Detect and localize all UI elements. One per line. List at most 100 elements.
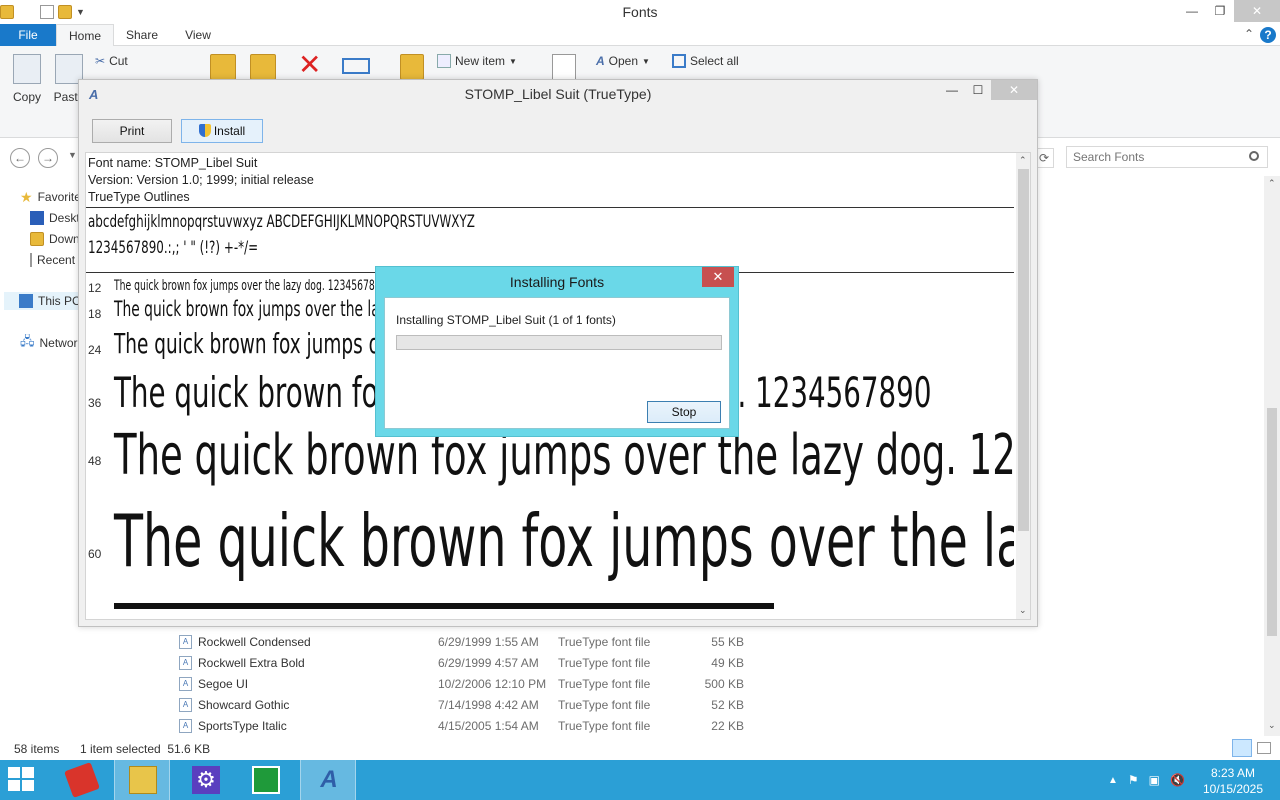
search-icon[interactable] — [1249, 151, 1259, 161]
viewer-minimize-button[interactable]: — — [939, 80, 965, 100]
file-date: 7/14/1998 4:42 AM — [438, 698, 539, 712]
select-all-label: Select all — [690, 54, 739, 68]
close-button[interactable]: ✕ — [1234, 0, 1280, 22]
scroll-up-icon[interactable]: ⌃ — [1019, 155, 1027, 166]
taskbar-app-1[interactable] — [54, 760, 110, 800]
copy-label: Copy — [12, 90, 41, 104]
font-file-icon: A — [179, 635, 192, 649]
properties-big-icon[interactable] — [552, 54, 576, 82]
copy-button[interactable]: Copy — [10, 54, 44, 104]
clock[interactable]: 8:23 AM 10/15/2025 — [1200, 765, 1266, 797]
windows-logo-pane — [22, 780, 34, 791]
sample-text: The quick brown fox jumps over the lazy … — [114, 499, 1014, 583]
system-tray: ▲ ⚑ ▣ 🔇 — [1108, 760, 1185, 800]
viewer-maximize-button[interactable]: ☐ — [965, 80, 991, 100]
move-to-icon[interactable] — [210, 54, 236, 80]
network-status-icon[interactable]: ▣ — [1149, 773, 1160, 787]
sample-size: 12 — [88, 281, 102, 295]
dialog-close-button[interactable]: ✕ — [702, 267, 734, 287]
file-date: 6/29/1999 1:55 AM — [438, 635, 539, 649]
store-icon — [252, 766, 280, 794]
font-viewer-window-controls: — ☐ ✕ — [939, 80, 1037, 100]
details-view-icon[interactable] — [1232, 739, 1252, 757]
file-size: 500 KB — [704, 677, 744, 691]
large-icons-view-icon[interactable] — [1257, 742, 1271, 754]
file-row[interactable]: A Showcard Gothic 7/14/1998 4:42 AM True… — [170, 695, 790, 716]
start-button[interactable] — [8, 767, 36, 793]
file-row[interactable]: A Segoe UI 10/2/2006 12:10 PM TrueType f… — [170, 674, 790, 695]
sample-size: 48 — [88, 454, 102, 468]
font-viewer-icon: A — [320, 766, 338, 793]
maximize-button[interactable]: ❐ — [1206, 0, 1234, 22]
select-all-button[interactable]: Select all — [672, 54, 739, 68]
explorer-titlebar: ▼ Fonts — ❐ ✕ — [0, 0, 1280, 24]
tab-file[interactable]: File — [0, 24, 56, 46]
preview-scrollbar[interactable]: ⌃ ⌄ — [1016, 153, 1030, 619]
windows-logo-pane — [8, 780, 20, 791]
file-name: Segoe UI — [198, 677, 249, 691]
file-type: TrueType font file — [558, 719, 651, 733]
forward-button[interactable]: → — [38, 148, 58, 168]
clock-date: 10/15/2025 — [1202, 782, 1264, 796]
font-file-icon: A — [179, 719, 192, 733]
font-version: Version: Version 1.0; 1999; initial rele… — [88, 173, 314, 187]
font-viewer-title: STOMP_Libel Suit (TrueType) — [464, 86, 652, 102]
cut-button[interactable]: ✂ Cut — [95, 54, 128, 68]
volume-muted-icon[interactable]: 🔇 — [1170, 773, 1185, 787]
file-row[interactable]: A Rockwell Condensed 6/29/1999 1:55 AM T… — [170, 632, 790, 653]
collapse-ribbon-icon[interactable]: ⌃ — [1244, 27, 1254, 41]
divider — [86, 207, 1014, 208]
search-input[interactable] — [1067, 147, 1237, 167]
stop-button[interactable]: Stop — [647, 401, 721, 423]
red-app-icon — [64, 762, 100, 798]
viewer-close-button[interactable]: ✕ — [991, 80, 1037, 100]
print-button[interactable]: Print — [92, 119, 172, 143]
tab-home[interactable]: Home — [56, 24, 114, 47]
taskbar-settings[interactable]: ⚙ — [178, 760, 234, 800]
scroll-down-icon[interactable]: ⌄ — [1019, 605, 1027, 616]
tab-share[interactable]: Share — [118, 24, 166, 46]
tab-view[interactable]: View — [176, 24, 220, 46]
nav-network-label: Network — [39, 336, 84, 350]
scroll-up-icon[interactable]: ⌃ — [1268, 178, 1276, 189]
file-size: 22 KB — [711, 719, 744, 733]
scrollbar-thumb[interactable] — [1267, 408, 1277, 636]
nav-this-pc[interactable]: This PC — [4, 292, 84, 310]
recent-locations-icon[interactable]: ▼ — [68, 150, 77, 160]
taskbar-font-viewer[interactable]: A — [300, 760, 356, 800]
file-row[interactable]: A SportsType Italic 4/15/2005 1:54 AM Tr… — [170, 716, 790, 737]
file-date: 10/2/2006 12:10 PM — [438, 677, 547, 691]
new-item-button[interactable]: New item ▼ — [437, 54, 517, 68]
font-viewer-titlebar: A STOMP_Libel Suit (TrueType) — ☐ ✕ — [79, 80, 1037, 108]
navigation-pane: ★ Favorites Desktop Downloads Recent pla… — [0, 176, 110, 746]
network-icon: 🖧 — [20, 334, 35, 348]
scrollbar-thumb[interactable] — [1018, 169, 1029, 531]
delete-icon[interactable]: ✕ — [298, 50, 321, 80]
taskbar-file-explorer[interactable] — [114, 760, 170, 800]
back-button[interactable]: ← — [10, 148, 30, 168]
status-bar: 58 items 1 item selected 51.6 KB — [0, 738, 1280, 760]
action-center-flag-icon[interactable]: ⚑ — [1128, 773, 1139, 787]
file-list-scrollbar[interactable]: ⌃ ⌄ — [1264, 176, 1280, 736]
installing-fonts-dialog: Installing Fonts ✕ Installing STOMP_Libe… — [375, 266, 739, 437]
search-box[interactable] — [1066, 146, 1268, 168]
cut-label: Cut — [109, 54, 128, 68]
help-icon[interactable]: ? — [1260, 27, 1276, 43]
show-hidden-icons-icon[interactable]: ▲ — [1108, 775, 1118, 786]
install-status-message: Installing STOMP_Libel Suit (1 of 1 font… — [396, 313, 616, 327]
new-folder-big-icon[interactable] — [400, 54, 424, 80]
rename-icon[interactable] — [342, 58, 370, 74]
selection-info: 1 item selected 51.6 KB — [80, 742, 211, 756]
font-file-icon: A — [179, 677, 192, 691]
new-item-label: New item — [455, 54, 506, 68]
new-item-icon — [437, 54, 451, 68]
install-button[interactable]: Install — [181, 119, 263, 143]
open-button[interactable]: A Open ▼ — [596, 54, 650, 68]
taskbar-store[interactable] — [238, 760, 294, 800]
scroll-down-icon[interactable]: ⌄ — [1268, 720, 1276, 731]
file-row[interactable]: A Rockwell Extra Bold 6/29/1999 4:57 AM … — [170, 653, 790, 674]
copy-icon — [13, 54, 41, 84]
minimize-button[interactable]: — — [1178, 0, 1206, 22]
uac-shield-icon — [198, 124, 211, 137]
copy-to-icon[interactable] — [250, 54, 276, 80]
